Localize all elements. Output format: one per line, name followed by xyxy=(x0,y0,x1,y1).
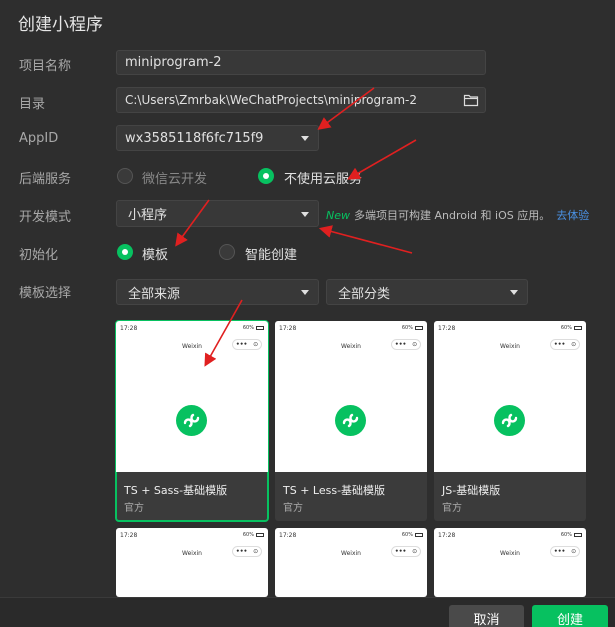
annotation-arrow xyxy=(204,299,243,367)
annotation-arrow xyxy=(347,139,417,180)
annotation-arrows xyxy=(175,87,417,367)
annotation-arrow xyxy=(318,225,413,254)
annotation-arrow xyxy=(317,87,375,130)
annotation-arrow xyxy=(175,199,210,247)
